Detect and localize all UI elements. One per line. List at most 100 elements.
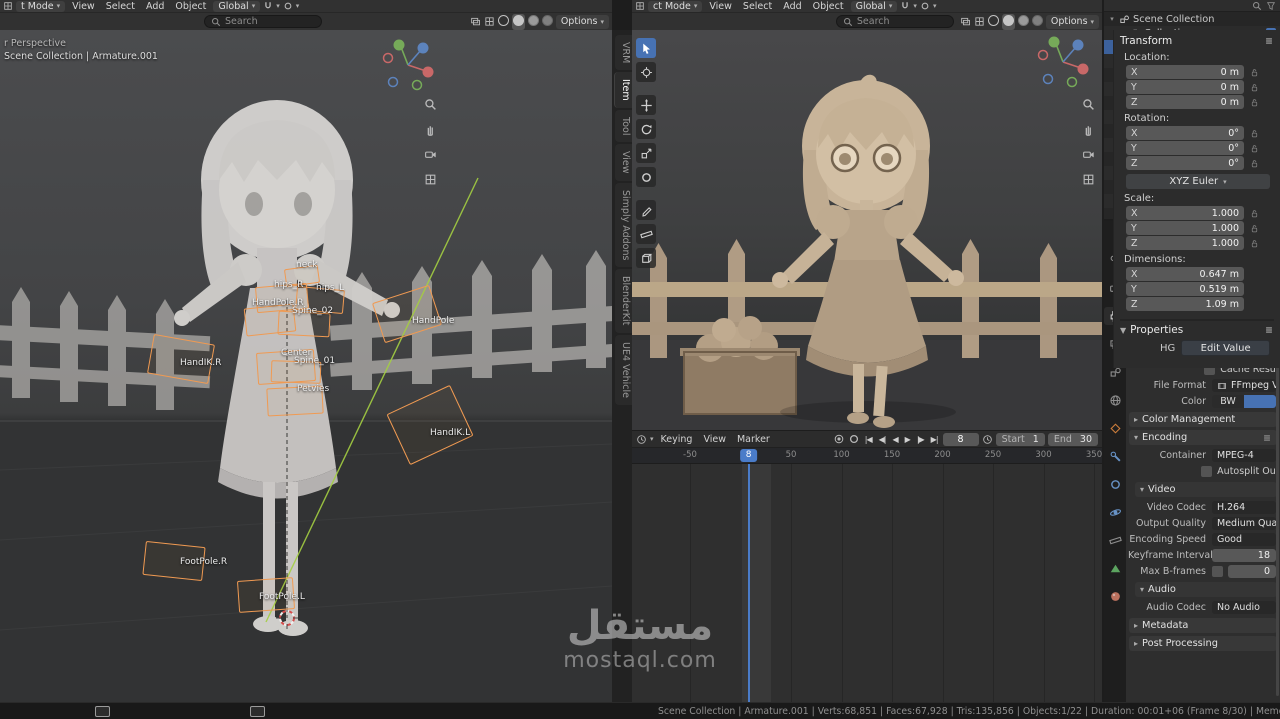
proportional-options-chevron[interactable]: ▾	[933, 2, 937, 10]
data-tab[interactable]	[1104, 559, 1126, 577]
scale-x-field[interactable]: X 1.000	[1126, 206, 1244, 220]
options-button[interactable]: Options ▾	[1045, 14, 1100, 29]
sidebar-tab-item[interactable]: Item	[614, 72, 632, 108]
lock-icon[interactable]	[1248, 144, 1260, 153]
bone-widget[interactable]	[386, 384, 474, 466]
current-frame-field[interactable]: 8	[942, 432, 979, 446]
mode-selector[interactable]: ct Mode ▾	[648, 0, 703, 12]
lock-icon[interactable]	[1248, 159, 1260, 168]
playhead-frame-badge[interactable]: 8	[739, 449, 758, 462]
frame-end-field[interactable]: End 30	[1047, 432, 1098, 446]
color-rgb-option[interactable]	[1244, 395, 1276, 408]
location-x-field[interactable]: X0 m	[1126, 65, 1244, 79]
keyframe-interval-field[interactable]: 18	[1212, 549, 1276, 562]
shading-wireframe-icon[interactable]	[497, 14, 509, 26]
navigation-gizmo[interactable]	[381, 38, 435, 95]
encoding-speed-dropdown[interactable]: Good	[1212, 533, 1276, 546]
frame-start-field[interactable]: Start 1	[995, 432, 1045, 446]
sidebar-tab-tool[interactable]: Tool	[615, 109, 632, 143]
transform-panel-header[interactable]: Transform	[1120, 33, 1274, 48]
lock-icon[interactable]	[1248, 239, 1260, 248]
collapsed-panel-box[interactable]	[250, 706, 265, 717]
section-video[interactable]: ▾ Video	[1135, 482, 1277, 497]
max-b-frames-checkbox[interactable]	[1212, 566, 1223, 577]
timeline-menu-keying[interactable]: Keying	[657, 434, 697, 445]
menu-view[interactable]: View	[68, 1, 99, 12]
proportional-edit-icon[interactable]	[920, 1, 930, 11]
shading-wireframe-icon[interactable]	[987, 14, 999, 26]
show-overlays-icon[interactable]	[960, 16, 971, 27]
shading-rendered-icon[interactable]	[541, 14, 553, 26]
transform-orientation-selector[interactable]: Global ▾	[850, 0, 898, 12]
options-button[interactable]: Options ▾	[555, 14, 609, 29]
prev-frame-button[interactable]: ◀	[891, 435, 900, 444]
next-keyframe-button[interactable]: |▶	[915, 435, 926, 444]
bone-label-footpole-r[interactable]: FootPole.R	[180, 557, 227, 567]
container-dropdown[interactable]: MPEG-4	[1212, 449, 1276, 462]
sidebar-tab-blenderkit[interactable]: BlenderKit	[615, 269, 632, 333]
scale-z-field[interactable]: Z 1.000	[1126, 236, 1244, 250]
play-button[interactable]: ▶	[903, 435, 912, 444]
properties-panel-header[interactable]: ▼ Properties	[1120, 319, 1274, 336]
menu-add[interactable]: Add	[779, 1, 805, 12]
right-3d-viewport[interactable]	[632, 30, 1102, 430]
auto-keying-toggle[interactable]	[833, 433, 845, 445]
playhead[interactable]	[747, 464, 750, 702]
add-cube-tool[interactable]	[636, 248, 656, 268]
use-preview-range-icon[interactable]	[982, 434, 993, 445]
timeline-ruler[interactable]: -50 50 100 150 200 250 300 350 8	[632, 448, 1102, 464]
proportional-edit-icon[interactable]	[283, 1, 293, 11]
search-icon[interactable]	[1252, 1, 1262, 11]
bone-label-handik-l[interactable]: HandIK.L	[430, 428, 470, 438]
shading-material-icon[interactable]	[527, 14, 539, 26]
menu-select[interactable]: Select	[739, 1, 776, 12]
timeline-editor-icon[interactable]	[636, 434, 647, 445]
output-quality-dropdown[interactable]: Medium Quality	[1212, 517, 1276, 530]
shading-solid-icon[interactable]	[1002, 14, 1014, 26]
show-overlays-icon[interactable]	[470, 16, 481, 27]
zoom-icon[interactable]	[1078, 94, 1098, 114]
bone-label-neck[interactable]: neck	[296, 260, 317, 270]
transform-tool[interactable]	[636, 167, 656, 187]
keying-set-icon[interactable]	[848, 433, 860, 445]
scale-y-field[interactable]: Y 1.000	[1126, 221, 1244, 235]
panel-menu-icon[interactable]	[1264, 325, 1274, 335]
scale-tool[interactable]	[636, 143, 656, 163]
bone-label-spine-02[interactable]: Spine_02	[292, 306, 333, 316]
dimension-x-field[interactable]: X 0.647 m	[1126, 267, 1244, 281]
snap-magnet-icon[interactable]	[900, 1, 910, 11]
lock-icon[interactable]	[1248, 209, 1260, 218]
xray-toggle-icon[interactable]	[484, 16, 495, 27]
shading-solid-icon[interactable]	[512, 14, 524, 26]
menu-object[interactable]: Object	[809, 1, 848, 12]
video-codec-dropdown[interactable]: H.264	[1212, 501, 1276, 514]
bone-label-petvies[interactable]: Petvies	[297, 384, 329, 394]
particles-tab[interactable]	[1104, 475, 1126, 493]
prev-keyframe-button[interactable]: ◀|	[877, 435, 888, 444]
world-tab[interactable]	[1104, 391, 1126, 409]
audio-codec-dropdown[interactable]: No Audio	[1212, 601, 1276, 614]
bone-label-spine-01[interactable]: Spine_01	[294, 356, 335, 366]
ortho-toggle-icon[interactable]	[1078, 169, 1098, 189]
viewport-search[interactable]: Search	[204, 15, 322, 28]
timeline-menu-marker[interactable]: Marker	[733, 434, 774, 445]
bone-label-handik-r[interactable]: HandIK.R	[180, 358, 221, 368]
cursor-tool[interactable]	[636, 62, 656, 82]
jump-to-start-button[interactable]: |◀	[863, 435, 874, 444]
lock-icon[interactable]	[1248, 129, 1260, 138]
bone-label-handpole[interactable]: HandPole	[412, 316, 454, 326]
object-tab[interactable]	[1104, 419, 1126, 437]
location-y-field[interactable]: Y0 m	[1126, 80, 1244, 94]
section-metadata[interactable]: ▸ Metadata	[1129, 618, 1277, 633]
snap-options-chevron[interactable]: ▾	[913, 2, 917, 10]
filter-icon[interactable]	[1266, 1, 1276, 11]
timeline-area[interactable]	[632, 464, 1102, 702]
shading-rendered-icon[interactable]	[1031, 14, 1043, 26]
modifiers-tab[interactable]	[1104, 447, 1126, 465]
zoom-icon[interactable]	[420, 94, 440, 114]
box-select-tool[interactable]	[636, 38, 656, 58]
bone-label-footpole-l[interactable]: FootPole.L	[259, 592, 305, 602]
panel-menu-icon[interactable]	[1264, 36, 1274, 46]
annotate-tool[interactable]	[636, 200, 656, 220]
sidebar-tab-simply-addons[interactable]: Simply Addons	[615, 182, 632, 268]
